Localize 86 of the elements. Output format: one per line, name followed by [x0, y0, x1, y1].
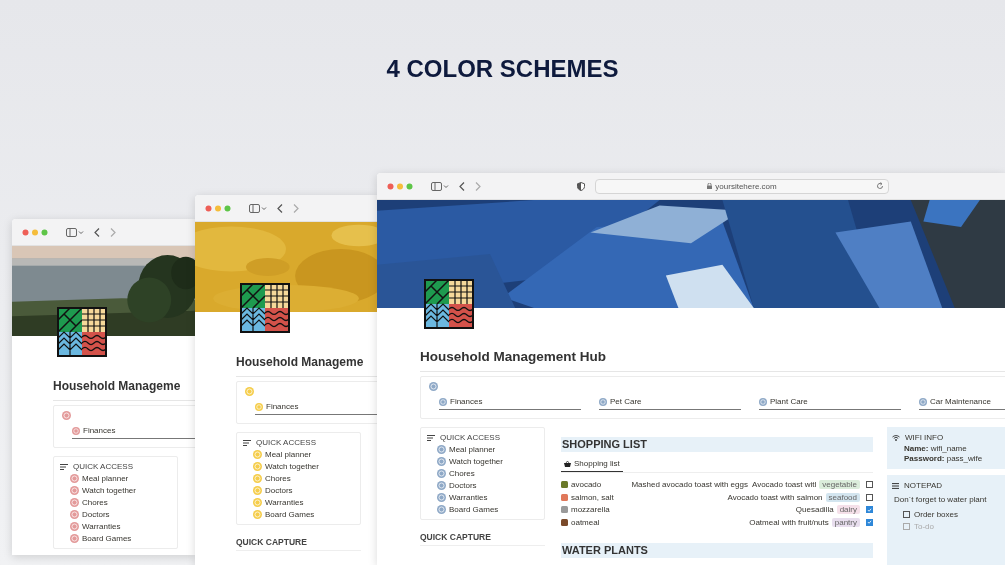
sidebar-icon[interactable] [66, 227, 84, 237]
tile-logo-drawing [240, 283, 290, 333]
quick-access-heading: QUICK ACCESS [440, 433, 500, 442]
window-controls-icon[interactable] [22, 228, 48, 236]
quick-access-link[interactable]: Doctors [243, 486, 354, 495]
recipe-link[interactable]: Quesadilla [795, 505, 834, 515]
quick-capture-heading: QUICK CAPTURE [420, 532, 545, 546]
ring-icon [759, 397, 767, 406]
quick-access-link[interactable]: Warranties [243, 498, 354, 507]
back-icon[interactable] [277, 203, 283, 213]
quick-access-heading: QUICK ACCESS [73, 462, 133, 471]
quick-access-link[interactable]: Watch together [427, 457, 538, 466]
checkbox[interactable] [866, 506, 873, 514]
item-name[interactable]: mozzarella [571, 505, 610, 515]
category-tag: pantry [831, 517, 860, 527]
category-tag: dairy [836, 505, 860, 515]
list-icon [243, 439, 251, 446]
ring-icon [255, 402, 263, 411]
ring-icon [439, 397, 447, 406]
quick-access-link[interactable]: Board Games [427, 505, 538, 514]
list-icon [427, 434, 435, 441]
page-title: Household Manageme [53, 379, 182, 393]
quick-access-link[interactable]: Watch together [243, 462, 354, 471]
checkbox[interactable] [903, 511, 910, 518]
quick-access-link[interactable]: Chores [427, 469, 538, 478]
url-text: yoursitehere.com [715, 181, 777, 191]
sidebar-icon[interactable] [249, 203, 267, 213]
quick-access-link[interactable]: Meal planner [60, 474, 171, 483]
shield-icon[interactable] [577, 181, 585, 191]
back-icon[interactable] [94, 227, 100, 237]
note-text: Don´t forget to water plant [894, 495, 988, 504]
category-tag: seafood [825, 492, 860, 502]
quick-access-link[interactable]: Warranties [427, 493, 538, 502]
checkbox[interactable] [866, 518, 873, 526]
window-controls-icon[interactable] [387, 182, 413, 190]
ring-icon [72, 426, 80, 435]
ring-icon [919, 397, 927, 406]
wifi-heading: WIFI INFO [905, 433, 944, 442]
ring-icon [599, 397, 607, 406]
quick-access-link[interactable]: Doctors [60, 510, 171, 519]
checkbox[interactable] [866, 493, 873, 501]
category-tag: vegetable [819, 479, 860, 489]
page-title: Household Manageme [236, 355, 365, 369]
quick-access-link[interactable]: Watch together [60, 486, 171, 495]
shopping-list-heading: SHOPPING LIST [561, 437, 873, 452]
tile-logo-drawing [57, 307, 107, 357]
wifi-icon [892, 434, 900, 441]
quick-access-link[interactable]: Chores [243, 474, 354, 483]
notepad-heading: NOTEPAD [904, 481, 943, 490]
quick-access-link[interactable]: Meal planner [243, 450, 354, 459]
recipe-link[interactable]: Avocado toast with salmon [727, 492, 823, 502]
page-title: Household Management Hub [420, 349, 607, 364]
quick-access-link[interactable]: Doctors [427, 481, 538, 490]
quick-access-link[interactable]: Meal planner [427, 445, 538, 454]
sidebar-icon[interactable] [431, 181, 449, 191]
wifi-detail: Name: wifi_name [903, 444, 968, 454]
quick-capture-heading: QUICK CAPTURE [236, 537, 361, 551]
list-icon [60, 463, 68, 470]
page-link[interactable]: Car Maintenance [919, 397, 1005, 410]
page-link[interactable]: Finances [439, 397, 581, 410]
recipe-link[interactable]: Mashed avocado toast with eggs [631, 479, 748, 489]
quick-access-link[interactable]: Board Games [243, 510, 354, 519]
quick-access-link[interactable]: Warranties [60, 522, 171, 531]
quick-access-heading: QUICK ACCESS [256, 438, 316, 447]
lock-icon [707, 183, 713, 189]
back-icon[interactable] [459, 181, 465, 191]
wifi-detail: Password: pass_wife [903, 454, 984, 464]
basket-icon [564, 460, 571, 467]
menu-icon [892, 482, 899, 489]
view-tab[interactable]: Shopping list [561, 457, 623, 472]
headline: 4 COLOR SCHEMES [385, 55, 620, 83]
item-name[interactable]: avocado [571, 479, 602, 489]
todo-label[interactable]: Order boxes [914, 510, 959, 519]
recipe-link[interactable]: Oatmeal with fruit/nuts [749, 517, 829, 527]
address-bar[interactable]: yoursitehere.com [595, 178, 889, 194]
recipe-link[interactable]: Avocado toast witl [751, 479, 817, 489]
quick-access-link[interactable]: Chores [60, 498, 171, 507]
page-link[interactable]: Plant Care [759, 397, 901, 410]
reload-icon[interactable] [876, 181, 884, 190]
checkbox[interactable] [866, 480, 873, 488]
water-plants-heading: WATER PLANTS [561, 542, 873, 558]
item-name[interactable]: salmon, salt [571, 492, 614, 502]
item-name[interactable]: oatmeal [571, 517, 600, 527]
page-link[interactable]: Pet Care [599, 397, 741, 410]
window-controls-icon[interactable] [205, 204, 231, 212]
quick-access-link[interactable]: Board Games [60, 534, 171, 543]
